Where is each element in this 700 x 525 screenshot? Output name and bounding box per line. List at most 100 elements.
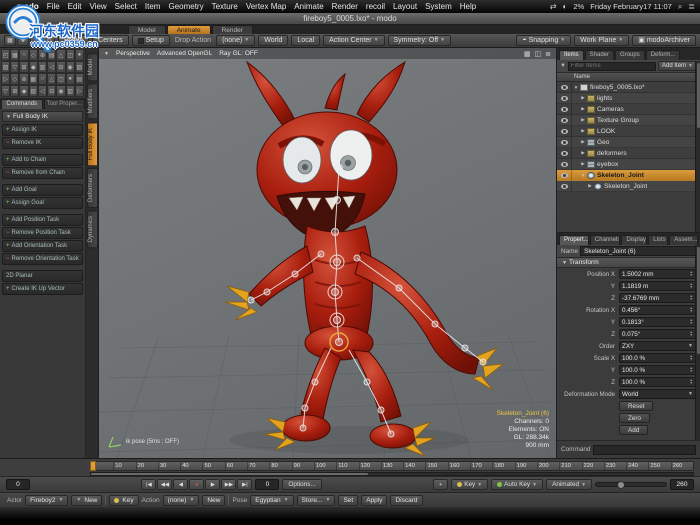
transport-button[interactable]: ◀◀ (157, 479, 173, 490)
layout-tab-render[interactable]: Render (211, 25, 253, 34)
symmetry-dropdown[interactable]: Symmetry: Off ▼ (387, 35, 452, 46)
snapping-dropdown[interactable]: ◓ Snapping ▼ (516, 35, 572, 46)
raygl-toggle[interactable]: Ray GL: OFF (219, 50, 258, 57)
world-button[interactable]: World (258, 35, 289, 46)
visibility-cell[interactable] (557, 148, 572, 158)
range-start-field[interactable] (6, 479, 30, 490)
menubar-status-icon[interactable]: ◐ (563, 2, 568, 11)
palette-tool-icon[interactable]: ▧ (1, 61, 11, 73)
item-row-deformers[interactable]: ▶ deformers (557, 148, 700, 159)
menu-item-item[interactable]: Item (141, 0, 165, 13)
transport-button[interactable]: ◀ (173, 479, 189, 490)
palette-tool-icon[interactable]: ◆ (28, 61, 38, 73)
zero-button[interactable]: Zero (619, 413, 650, 423)
palette-tool-icon[interactable]: ▽ (10, 61, 20, 73)
layout-tab-animate[interactable]: Animate (166, 25, 211, 34)
view-mode-dropdown[interactable]: Perspective (116, 50, 150, 57)
palette-tool-icon[interactable]: ▥ (65, 85, 75, 97)
item-row-cameras[interactable]: ▶ Cameras (557, 104, 700, 115)
property-field-order[interactable]: ZXY ▼ (619, 341, 696, 351)
pose-dropdown[interactable]: Egyptian ▼ (250, 494, 294, 506)
3d-viewport[interactable]: ▼ Perspective Advanced OpenGL Ray GL: OF… (99, 48, 556, 458)
items-name-column-header[interactable]: Name (557, 73, 700, 82)
palette-tool-icon[interactable]: ◫ (65, 49, 75, 61)
side-tab-dynamics[interactable]: Dynamics (86, 210, 98, 249)
palette-tool-icon[interactable]: ⊕ (37, 49, 48, 61)
menu-item-texture[interactable]: Texture (208, 0, 242, 13)
command-button-add-orientation-task[interactable]: + Add Orientation Task (2, 240, 83, 252)
palette-tool-icon[interactable]: ⊟ (47, 85, 57, 97)
transport-button[interactable]: ▶ (205, 479, 221, 490)
properties-tab-assem[interactable]: Assem... (669, 235, 699, 245)
timeline-ruler[interactable]: 0102030405060708090100110120130140150160… (90, 461, 694, 471)
menubar-status-icon[interactable]: ⇄ (550, 2, 557, 11)
transport-button[interactable]: ▶▶ (221, 479, 237, 490)
disclosure-icon[interactable]: ▶ (586, 183, 594, 189)
side-tab-deformers[interactable]: Deformers (86, 168, 98, 209)
filter-items-input[interactable] (567, 61, 657, 71)
step-down[interactable]: ▼ (690, 321, 693, 325)
transport-button[interactable]: ▶| (237, 479, 253, 490)
palette-tool-icon[interactable]: ● (65, 73, 75, 85)
item-row-fireboy5-0005-lxo[interactable]: ▼ fireboy5_0005.lxo* (557, 82, 700, 93)
menu-item-help[interactable]: Help (456, 0, 480, 13)
disclosure-icon[interactable]: ▶ (579, 117, 587, 123)
palette-tool-icon[interactable]: ● (74, 49, 84, 61)
store-button[interactable]: Store... ▼ (296, 494, 336, 506)
local-button[interactable]: Local (291, 35, 321, 46)
notification-center-icon[interactable]: ≣ (688, 2, 695, 11)
command-button-remove-ik[interactable]: − Remove IK (2, 137, 83, 149)
palette-tool-icon[interactable]: ▽ (1, 85, 11, 97)
visibility-cell[interactable] (557, 181, 572, 191)
visibility-cell[interactable] (557, 137, 572, 147)
spotlight-icon[interactable]: ⌕ (678, 2, 682, 12)
palette-tool-icon[interactable]: ◫ (56, 73, 66, 85)
items-tab-groups[interactable]: Groups (615, 50, 645, 60)
palette-tool-icon[interactable]: ⊟ (56, 61, 66, 73)
palette-tool-icon[interactable]: ◁ (37, 85, 48, 97)
close-window-button[interactable] (6, 16, 12, 22)
visibility-cell[interactable] (557, 159, 572, 169)
range-end-field[interactable] (670, 479, 695, 490)
setup-toggle[interactable]: Setup (131, 35, 170, 46)
disclosure-icon[interactable]: ▶ (579, 161, 587, 167)
step-down[interactable]: ▼ (690, 357, 693, 361)
full-body-ik-section-header[interactable]: ▼ Full Body IK (2, 111, 83, 122)
current-frame-field[interactable] (255, 479, 280, 490)
options-button[interactable]: Options... (282, 479, 322, 490)
visibility-cell[interactable] (557, 126, 572, 136)
stepper-icon[interactable]: ▲ ▼ (690, 306, 693, 313)
palette-tool-icon[interactable]: ▷ (74, 85, 84, 97)
set-button[interactable]: Set (338, 494, 359, 506)
properties-tab-display[interactable]: Display (621, 235, 648, 245)
disclosure-icon[interactable]: ▶ (579, 139, 587, 145)
step-down[interactable]: ▼ (690, 273, 693, 277)
command-button-remove-position-task[interactable]: − Remove Position Task (2, 227, 83, 239)
item-row-eyebox[interactable]: ▶ eyebox (557, 159, 700, 170)
toolbar-tool-icon[interactable]: ○ (30, 35, 42, 46)
property-field-z[interactable]: -37.6769 mm ▲ ▼ (619, 293, 696, 303)
apply-button[interactable]: Apply (361, 494, 388, 506)
property-field-y[interactable]: 0.1813° ▲ ▼ (619, 317, 696, 327)
reset-button[interactable]: Reset (619, 401, 654, 411)
viewport-option-icon[interactable]: ▦ (524, 50, 531, 58)
stepper-icon[interactable]: ▲ ▼ (690, 330, 693, 337)
step-down[interactable]: ▼ (690, 369, 693, 373)
viewport-menu-icon[interactable]: ▼ (104, 51, 109, 57)
zoom-window-button[interactable] (26, 16, 32, 22)
visibility-cell[interactable] (557, 93, 572, 103)
properties-tab-channels[interactable]: Channels (589, 235, 621, 245)
step-down[interactable]: ▼ (690, 297, 693, 301)
property-field-deformation-mode[interactable]: World ▼ (619, 389, 696, 399)
menu-item-layout[interactable]: Layout (389, 0, 421, 13)
window-titlebar[interactable]: fireboy5_0005.lxo* - modo (0, 13, 700, 25)
palette-tool-icon[interactable]: ▤ (74, 73, 84, 85)
centers-button[interactable]: Centers (92, 35, 129, 46)
menu-item-system[interactable]: System (421, 0, 456, 13)
drop-action-dropdown[interactable]: (none) ▼ (216, 35, 256, 46)
stepper-icon[interactable]: ▲ ▼ (690, 282, 693, 289)
action-center-dropdown[interactable]: Action Center ▼ (323, 35, 385, 46)
menu-item-edit[interactable]: Edit (64, 0, 86, 13)
menu-item-file[interactable]: File (43, 0, 64, 13)
property-field-y[interactable]: 1.1819 m ▲ ▼ (619, 281, 696, 291)
